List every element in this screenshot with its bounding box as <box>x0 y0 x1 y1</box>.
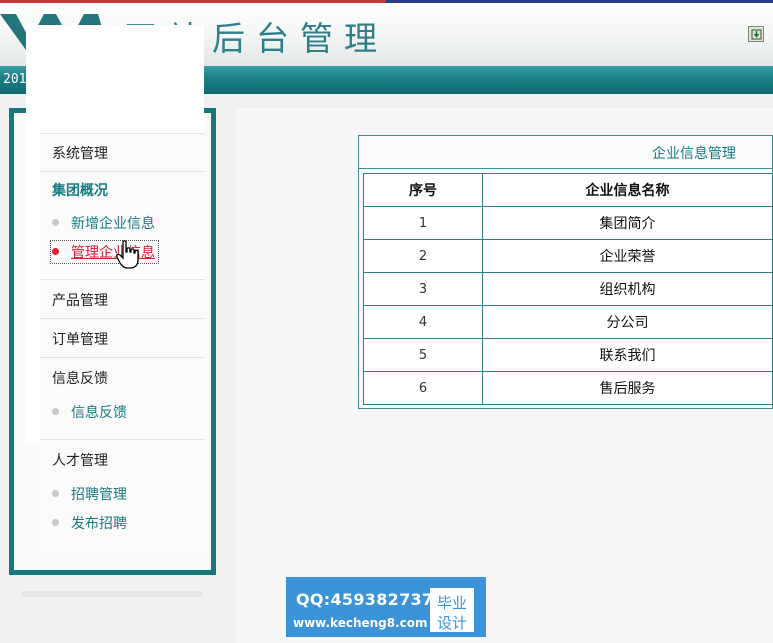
sidebar-item-products[interactable]: 产品管理 <box>52 290 108 310</box>
row-name[interactable]: 分公司 <box>482 305 773 339</box>
sidebar-subitem-label: 管理企业信息 <box>71 245 155 261</box>
sidebar-subitem-label: 新增企业信息 <box>71 216 155 232</box>
row-id: 3 <box>363 272 483 306</box>
row-id: 6 <box>363 371 483 405</box>
bullet-icon <box>52 407 59 415</box>
watermark-badge-line2: 设计 <box>437 614 468 632</box>
row-id: 5 <box>363 338 483 372</box>
table-row[interactable]: 1 集团简介 <box>363 206 773 240</box>
sidebar-item-talent[interactable]: 人才管理 <box>52 450 108 470</box>
bullet-icon <box>52 247 59 255</box>
company-info-table: 序号 企业信息名称 1 集团简介 2 企业荣誉 3 组织机构 4 分公司 5 联… <box>363 173 773 405</box>
table-row[interactable]: 4 分公司 <box>363 305 773 339</box>
row-name[interactable]: 集团简介 <box>482 206 773 240</box>
sidebar-subitem-add-company-info[interactable]: 新增企业信息 <box>52 213 155 233</box>
sidebar-subitem-recruitment-manage[interactable]: 招聘管理 <box>52 484 127 504</box>
sidebar-subitem-feedback[interactable]: 信息反馈 <box>52 402 127 422</box>
table-header-row: 序号 企业信息名称 <box>363 173 773 207</box>
top-accent-line-blue <box>386 0 773 3</box>
table-row[interactable]: 6 售后服务 <box>363 371 773 405</box>
row-id: 1 <box>363 206 483 240</box>
sidebar-item-orders[interactable]: 订单管理 <box>52 329 108 349</box>
sidebar-subitem-label: 信息反馈 <box>71 405 127 421</box>
watermark-qq: QQ:459382737 <box>296 590 434 609</box>
table-row[interactable]: 5 联系我们 <box>363 338 773 372</box>
watermark-badge-line1: 毕业 <box>437 594 468 612</box>
sidebar-item-system[interactable]: 系统管理 <box>52 143 108 163</box>
table-row[interactable]: 3 组织机构 <box>363 272 773 306</box>
watermark-url: www.kecheng8.com <box>293 616 428 630</box>
row-name[interactable]: 售后服务 <box>482 371 773 405</box>
column-header-id: 序号 <box>363 173 483 207</box>
title-divider <box>359 168 773 169</box>
sidebar-subitem-publish-recruitment[interactable]: 发布招聘 <box>52 513 127 533</box>
sidebar-subitem-label: 发布招聘 <box>71 516 127 532</box>
sidebar-shadow <box>22 591 202 597</box>
bullet-icon <box>52 489 59 497</box>
sidebar-subitem-label: 招聘管理 <box>71 487 127 503</box>
bullet-icon <box>52 518 59 526</box>
row-id: 4 <box>363 305 483 339</box>
row-name[interactable]: 联系我们 <box>482 338 773 372</box>
row-name[interactable]: 企业荣誉 <box>482 239 773 273</box>
hand-cursor-icon <box>116 240 139 269</box>
table-title: 企业信息管理 <box>652 146 736 162</box>
bullet-icon <box>52 218 59 226</box>
row-id: 2 <box>363 239 483 273</box>
row-name[interactable]: 组织机构 <box>482 272 773 306</box>
table-row[interactable]: 2 企业荣誉 <box>363 239 773 273</box>
exit-icon[interactable] <box>748 26 764 42</box>
sidebar-item-group-overview[interactable]: 集团概况 <box>52 180 108 200</box>
top-accent-line-red <box>0 0 386 3</box>
column-header-name: 企业信息名称 <box>482 173 773 207</box>
sidebar-item-feedback[interactable]: 信息反馈 <box>52 368 108 388</box>
